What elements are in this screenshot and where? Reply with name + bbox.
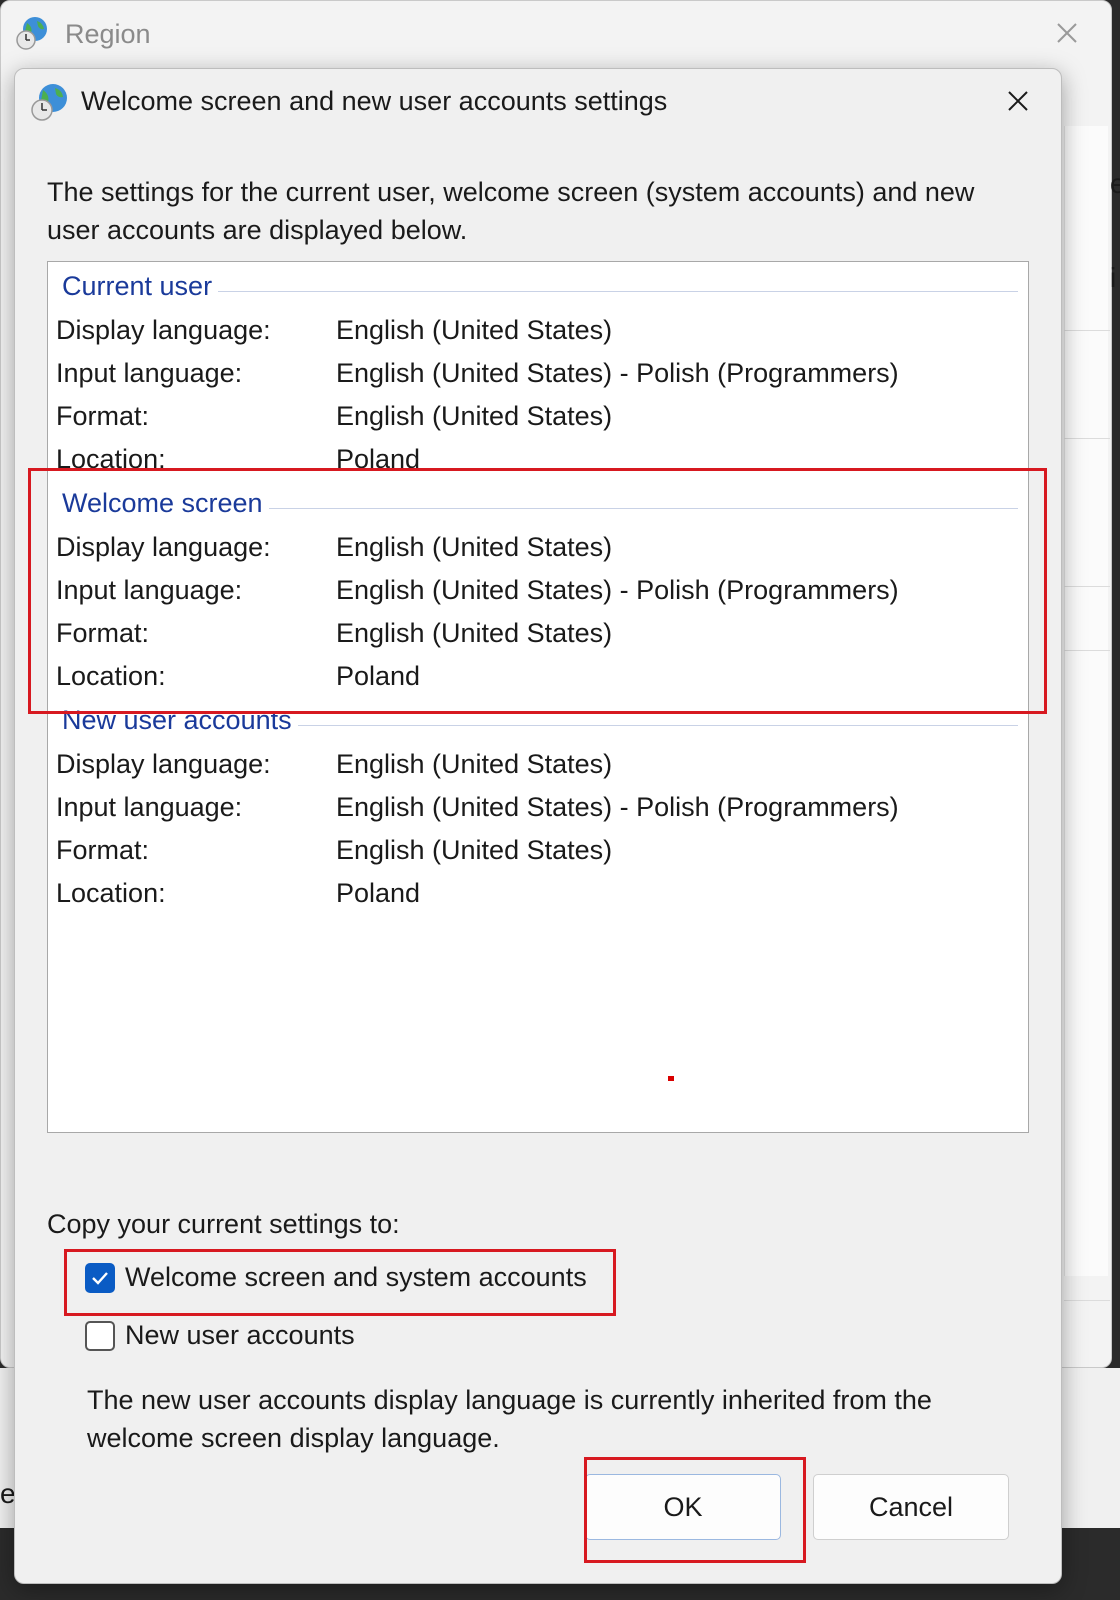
cropped-text: e [1110,168,1120,199]
setting-label: Input language: [56,575,243,605]
setting-value: English (United States) [336,401,613,431]
copy-settings-label: Copy your current settings to: [47,1209,400,1239]
region-title: Region [65,19,151,49]
divider [1064,438,1110,439]
region-titlebar: Region [1,1,1111,67]
setting-label: Format: [56,401,150,431]
settings-panel: Current user Display language: English (… [47,261,1029,1133]
cancel-button[interactable]: Cancel [813,1474,1009,1540]
setting-label: Display language: [56,749,271,779]
welcome-screen-checkbox[interactable] [85,1263,115,1293]
globe-clock-icon [16,17,47,50]
divider [1064,1300,1110,1301]
checkbox-label[interactable]: New user accounts [125,1317,355,1353]
globe-clock-icon [31,84,67,121]
new-user-accounts-checkbox[interactable] [85,1321,115,1351]
setting-label: Display language: [56,532,271,562]
dialog-title: Welcome screen and new user accounts set… [81,86,668,116]
checkmark-icon [92,1272,108,1285]
group-title: Current user [62,270,219,302]
divider [1064,330,1110,331]
setting-label: Input language: [56,792,243,822]
annotation-dot [668,1076,674,1081]
setting-label: Format: [56,835,150,865]
close-icon[interactable] [1053,19,1081,47]
divider [1064,586,1110,587]
setting-label: Location: [56,878,166,908]
setting-value: English (United States) - Polish (Progra… [336,575,899,605]
intro-text: The settings for the current user, welco… [47,177,975,245]
group-header-current-user: Current user [62,270,1018,306]
group-header-welcome-screen: Welcome screen [62,487,1018,523]
setting-value: Poland [336,878,421,908]
setting-value: English (United States) [336,618,613,648]
region-side-panel [1064,126,1108,1276]
ok-button[interactable]: OK [585,1474,781,1540]
inheritance-note: The new user accounts display language i… [87,1385,932,1453]
setting-value: English (United States) [336,532,613,562]
setting-value: Poland [336,661,421,691]
setting-value: Poland [336,444,421,474]
setting-label: Display language: [56,315,271,345]
setting-label: Location: [56,661,166,691]
welcome-screen-settings-dialog: Welcome screen and new user accounts set… [14,68,1062,1584]
setting-value: English (United States) [336,749,613,779]
setting-value: English (United States) - Polish (Progra… [336,792,899,822]
group-title: New user accounts [62,704,298,736]
divider [1064,650,1110,651]
setting-value: English (United States) [336,835,613,865]
setting-label: Input language: [56,358,243,388]
setting-label: Location: [56,444,166,474]
group-title: Welcome screen [62,487,269,519]
checkbox-label[interactable]: Welcome screen and system accounts [125,1259,587,1295]
setting-value: English (United States) [336,315,613,345]
cropped-text: i [1110,262,1117,293]
group-header-new-user-accounts: New user accounts [62,704,1018,740]
setting-label: Format: [56,618,150,648]
setting-value: English (United States) - Polish (Progra… [336,358,899,388]
close-icon[interactable] [1005,88,1031,114]
